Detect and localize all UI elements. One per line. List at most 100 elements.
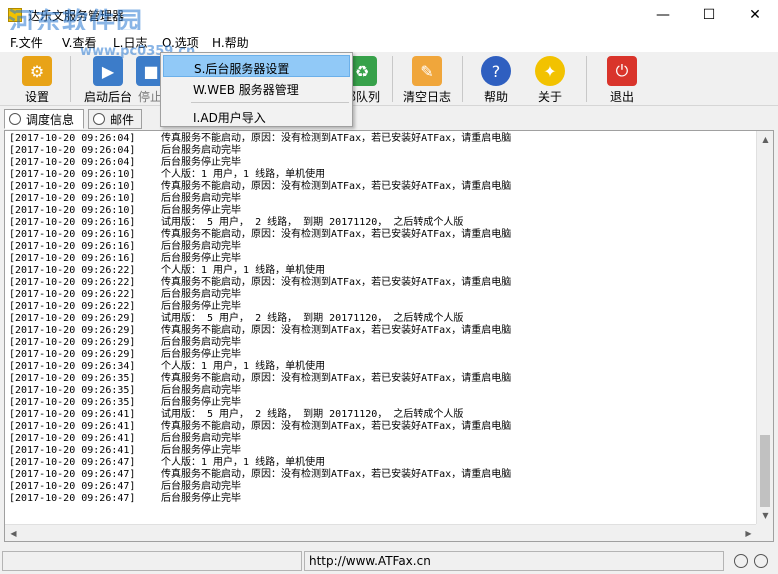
close-button[interactable]: ✕ [732,0,778,30]
maximize-button[interactable]: ☐ [686,0,732,30]
scroll-up-icon[interactable]: ▲ [757,131,773,148]
scroll-right-icon[interactable]: ▶ [740,525,757,541]
exit-button[interactable]: ⏻ 退出 [602,54,642,104]
lightbulb-icon: ✦ [535,56,565,86]
menu-item-server-settings[interactable]: S.后台服务器设置 [163,55,350,77]
log-line: [2017-10-20 09:26:41] 试用版： 5 用户， 2 线路， 到期… [9,409,754,421]
gear-icon: ⚙ [22,56,52,86]
log-line: [2017-10-20 09:26:04] 后台服务停止完毕 [9,157,754,169]
log-line: [2017-10-20 09:26:47] 后台服务停止完毕 [9,493,754,505]
start-service-button[interactable]: ▶ 启动后台 [78,54,138,104]
log-message: 传真服务不能启动，原因：没有检测到ATFax，若已安装好ATFax，请重启电脑 [161,133,512,144]
log-timestamp: [2017-10-20 09:26:16] [9,253,136,264]
log-message: 后台服务停止完毕 [161,493,241,504]
log-message: 后台服务启动完毕 [161,385,241,396]
scroll-thumb[interactable] [760,435,770,507]
log-line: [2017-10-20 09:26:29] 试用版： 5 用户， 2 线路， 到期… [9,313,754,325]
log-line: [2017-10-20 09:26:10] 个人版：1 用户，1 线路，单机使用 [9,169,754,181]
log-message: 后台服务启动完毕 [161,481,241,492]
log-pane[interactable]: [2017-10-20 09:26:04] 传真服务不能启动，原因：没有检测到AT… [4,130,774,542]
log-timestamp: [2017-10-20 09:26:10] [9,169,136,180]
log-line: [2017-10-20 09:26:22] 后台服务停止完毕 [9,301,754,313]
log-timestamp: [2017-10-20 09:26:41] [9,445,136,456]
log-message: 后台服务停止完毕 [161,349,241,360]
about-label: 关于 [537,90,562,104]
log-timestamp: [2017-10-20 09:26:41] [9,409,136,420]
log-timestamp: [2017-10-20 09:26:35] [9,385,136,396]
log-line: [2017-10-20 09:26:35] 后台服务停止完毕 [9,397,754,409]
log-line: [2017-10-20 09:26:41] 后台服务启动完毕 [9,433,754,445]
log-message: 传真服务不能启动，原因：没有检测到ATFax，若已安装好ATFax，请重启电脑 [161,373,512,384]
horizontal-scrollbar[interactable]: ◀ ▶ [5,524,757,541]
log-line: [2017-10-20 09:26:16] 传真服务不能启动，原因：没有检测到AT… [9,229,754,241]
title-bar: 达乐文服务管理器 河东软件园 — ☐ ✕ [0,0,778,38]
log-line: [2017-10-20 09:26:10] 传真服务不能启动，原因：没有检测到AT… [9,181,754,193]
log-line: [2017-10-20 09:26:47] 个人版：1 用户，1 线路，单机使用 [9,457,754,469]
log-message: 后台服务停止完毕 [161,253,241,264]
log-timestamp: [2017-10-20 09:26:04] [9,157,136,168]
exit-label: 退出 [609,90,634,104]
settings-label: 设置 [24,90,49,104]
log-timestamp: [2017-10-20 09:26:29] [9,325,136,336]
status-indicator-icon [734,554,748,568]
log-timestamp: [2017-10-20 09:26:10] [9,193,136,204]
log-message: 传真服务不能启动，原因：没有检测到ATFax，若已安装好ATFax，请重启电脑 [161,421,512,432]
log-line: [2017-10-20 09:26:22] 个人版：1 用户，1 线路，单机使用 [9,265,754,277]
log-timestamp: [2017-10-20 09:26:16] [9,229,136,240]
clear-log-icon: ✎ [412,56,442,86]
toolbar-separator [70,56,71,102]
tab-schedule-info-label: 调度信息 [26,112,75,127]
about-button[interactable]: ✦ 关于 [530,54,570,104]
log-message: 传真服务不能启动，原因：没有检测到ATFax，若已安装好ATFax，请重启电脑 [161,277,512,288]
settings-button[interactable]: ⚙ 设置 [12,54,62,104]
radio-circle-icon [93,113,105,125]
log-message: 后台服务停止完毕 [161,301,241,312]
power-icon: ⏻ [607,56,637,86]
status-url: http://www.ATFax.cn [304,551,724,571]
log-line: [2017-10-20 09:26:35] 传真服务不能启动，原因：没有检测到AT… [9,373,754,385]
log-timestamp: [2017-10-20 09:26:10] [9,181,136,192]
log-message: 后台服务启动完毕 [161,193,241,204]
log-message: 个人版：1 用户，1 线路，单机使用 [161,457,326,468]
log-lines: [2017-10-20 09:26:04] 传真服务不能启动，原因：没有检测到AT… [9,133,754,505]
status-bar: http://www.ATFax.cn [0,548,778,574]
start-service-icon: ▶ [93,56,123,86]
log-message: 后台服务停止完毕 [161,397,241,408]
log-message: 后台服务启动完毕 [161,241,241,252]
menu-file[interactable]: F.文件 [10,34,43,51]
menu-item-ad-import[interactable]: I.AD用户导入 [163,105,350,127]
tab-schedule-info[interactable]: 调度信息 [4,109,84,129]
log-timestamp: [2017-10-20 09:26:10] [9,205,136,216]
log-timestamp: [2017-10-20 09:26:47] [9,469,136,480]
log-message: 后台服务启动完毕 [161,337,241,348]
clear-log-button[interactable]: ✎ 清空日志 [400,54,454,104]
log-timestamp: [2017-10-20 09:26:41] [9,421,136,432]
toolbar-separator [586,56,587,102]
log-line: [2017-10-20 09:26:10] 后台服务启动完毕 [9,193,754,205]
log-message: 传真服务不能启动，原因：没有检测到ATFax，若已安装好ATFax，请重启电脑 [161,469,512,480]
log-line: [2017-10-20 09:26:22] 传真服务不能启动，原因：没有检测到AT… [9,277,754,289]
minimize-button[interactable]: — [640,0,686,30]
status-indicator-icon [754,554,768,568]
vertical-scrollbar[interactable]: ▲ ▼ [756,131,773,524]
log-line: [2017-10-20 09:26:16] 后台服务停止完毕 [9,253,754,265]
log-timestamp: [2017-10-20 09:26:47] [9,457,136,468]
log-message: 试用版： 5 用户， 2 线路， 到期 20171120， 之后转成个人版 [161,313,464,324]
menu-separator [191,102,349,103]
log-timestamp: [2017-10-20 09:26:22] [9,301,136,312]
scroll-down-icon[interactable]: ▼ [757,507,773,524]
options-dropdown-menu: S.后台服务器设置 W.WEB 服务器管理 I.AD用户导入 [160,52,353,127]
log-timestamp: [2017-10-20 09:26:29] [9,313,136,324]
log-timestamp: [2017-10-20 09:26:35] [9,397,136,408]
status-panel-empty [2,551,302,571]
log-line: [2017-10-20 09:26:47] 后台服务启动完毕 [9,481,754,493]
menu-item-web-server[interactable]: W.WEB 服务器管理 [163,77,350,99]
log-timestamp: [2017-10-20 09:26:34] [9,361,136,372]
menu-help[interactable]: H.帮助 [212,34,249,51]
tab-mail[interactable]: 邮件 [88,109,142,129]
log-timestamp: [2017-10-20 09:26:29] [9,349,136,360]
log-line: [2017-10-20 09:26:41] 传真服务不能启动，原因：没有检测到AT… [9,421,754,433]
log-line: [2017-10-20 09:26:16] 试用版： 5 用户， 2 线路， 到期… [9,217,754,229]
help-button[interactable]: ? 帮助 [476,54,516,104]
scroll-left-icon[interactable]: ◀ [5,525,22,541]
